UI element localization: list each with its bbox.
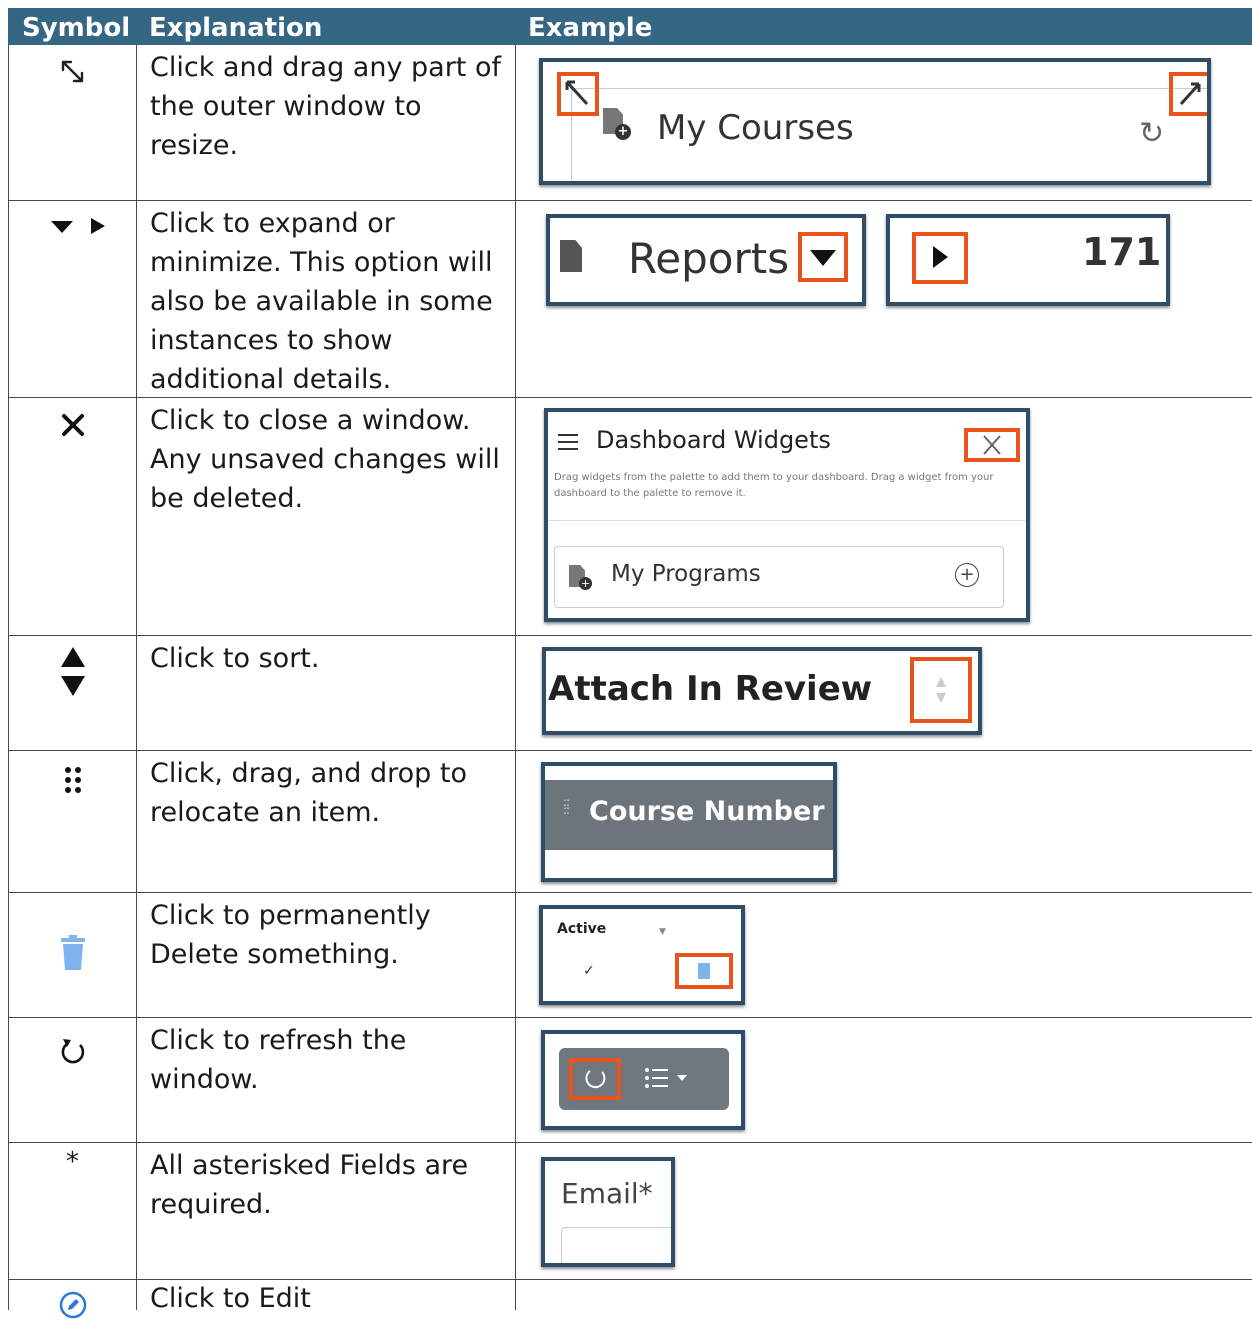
table-header: Symbol Explanation Example [8, 8, 1252, 45]
header-explanation: Explanation [149, 13, 323, 43]
row-explanation: Click to expand or minimize. This option… [150, 208, 493, 395]
my-programs-item: + My Programs + [554, 546, 1004, 608]
table-row: Click, drag, and drop to relocate an ite… [8, 751, 1252, 893]
row-explanation: Click and drag any part of the outer win… [150, 52, 501, 161]
dashboard-description: Drag widgets from the palette to add the… [554, 472, 994, 499]
email-field [561, 1227, 671, 1263]
symbol-table: Symbol Explanation Example Click and dra… [8, 8, 1252, 1319]
table-row: Click and drag any part of the outer win… [8, 45, 1252, 201]
close-icon [9, 410, 136, 444]
row-explanation: Click to sort. [150, 643, 320, 674]
my-programs-label: My Programs [611, 561, 761, 587]
expand-highlight [912, 232, 968, 284]
table-row: Click to permanently Delete something. A… [8, 893, 1252, 1018]
table-row: Click to close a window. Any unsaved cha… [8, 398, 1252, 636]
example-course-number: :::: Course Number [541, 762, 837, 882]
active-label: Active [557, 921, 607, 937]
example-attach-in-review: Attach In Review [542, 647, 982, 735]
header-symbol: Symbol [22, 13, 131, 43]
header-example: Example [528, 13, 653, 43]
resize-highlight [557, 72, 599, 116]
row-explanation: Click to permanently Delete something. [150, 900, 431, 970]
reports-title: Reports [628, 234, 790, 283]
refresh-icon: ↻ [1139, 116, 1165, 151]
table-row: Click to expand or minimize. This option… [8, 201, 1252, 398]
course-number-label: Course Number [589, 796, 825, 827]
close-highlight [964, 428, 1020, 462]
dashboard-widgets-title: Dashboard Widgets [596, 426, 831, 454]
list-dropdown-icon [643, 1064, 703, 1094]
menu-icon [558, 434, 578, 450]
count-value: 171 [1082, 230, 1162, 274]
row-explanation: Click to close a window. Any unsaved cha… [150, 405, 500, 514]
expand-highlight [798, 232, 848, 282]
row-explanation: All asterisked Fields are required. [150, 1150, 469, 1220]
sort-highlight [910, 657, 972, 723]
add-icon: + [955, 563, 979, 587]
attach-in-review-label: Attach In Review [548, 669, 873, 709]
example-email: Email* [541, 1157, 675, 1267]
table-row: Click to refresh the window. [8, 1018, 1252, 1143]
example-reports: Reports [546, 214, 866, 306]
row-explanation: Click, drag, and drop to relocate an ite… [150, 758, 467, 828]
example-my-courses: + My Courses ↻ [539, 58, 1211, 185]
table-row: * All asterisked Fields are required. Em… [8, 1143, 1252, 1280]
edit-icon [9, 1290, 136, 1324]
example-count: 171 [886, 214, 1170, 306]
row-explanation: Click to refresh the window. [150, 1025, 407, 1095]
drag-handle-icon [9, 765, 136, 799]
example-dashboard-widgets: Dashboard Widgets Drag widgets from the … [544, 408, 1030, 622]
resize-highlight [1169, 72, 1207, 116]
resize-icon [9, 57, 136, 91]
refresh-highlight [569, 1058, 621, 1100]
my-courses-title: My Courses [657, 108, 854, 148]
drag-handle-icon: :::: [563, 795, 570, 817]
asterisk-icon: * [66, 1147, 79, 1177]
row-explanation: Click to Edit [150, 1283, 311, 1314]
table-row: Click to sort. Attach In Review [8, 636, 1252, 751]
example-refresh [541, 1030, 745, 1130]
refresh-icon [9, 1036, 136, 1070]
trash-icon [9, 935, 136, 975]
sort-icon [9, 644, 136, 704]
table-row: Click to Edit [8, 1280, 1252, 1319]
email-label: Email* [561, 1177, 653, 1210]
expand-collapse-icon [9, 213, 136, 241]
example-active: Active ▼ ✓ [539, 905, 745, 1005]
delete-highlight [675, 953, 733, 989]
